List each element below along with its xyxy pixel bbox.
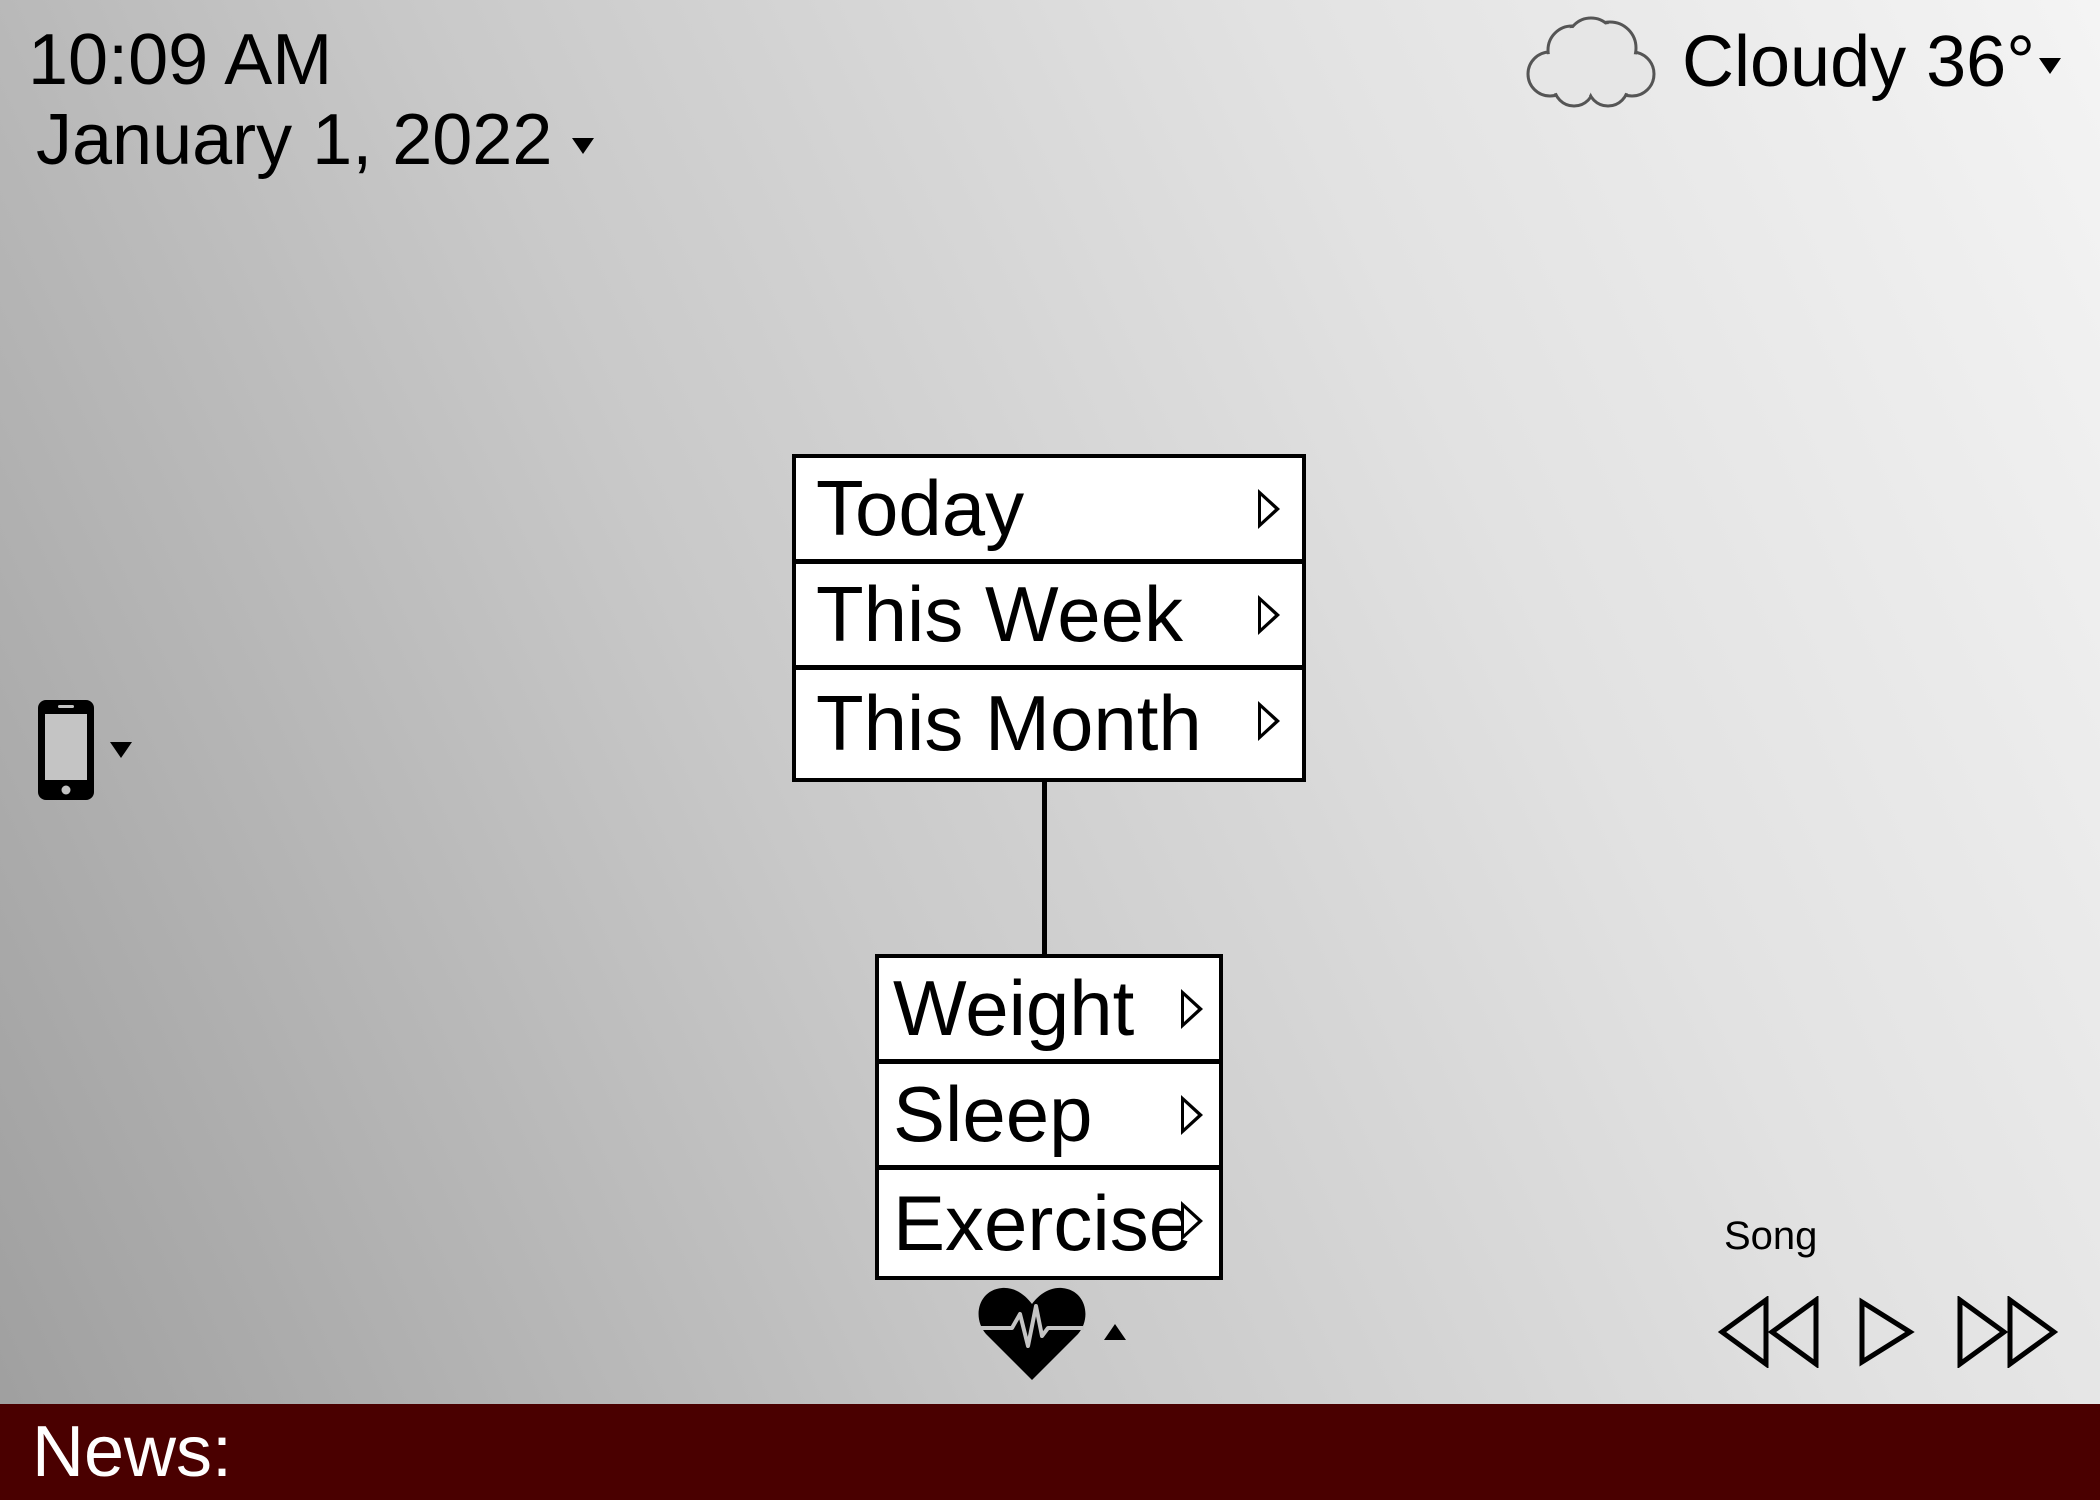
menu-item-this-week[interactable]: This Week [796, 564, 1302, 670]
caret-up-icon[interactable] [1104, 1324, 1126, 1340]
menu-item-this-month[interactable]: This Month [796, 670, 1302, 776]
chevron-right-icon [1181, 1095, 1203, 1135]
smartphone-icon[interactable] [36, 698, 96, 802]
caret-down-icon[interactable] [572, 138, 595, 154]
period-menu: Today This Week This Month [792, 454, 1306, 782]
metric-menu: Weight Sleep Exercise [875, 954, 1223, 1280]
news-label: News: [32, 1412, 233, 1492]
cloud-icon [1526, 16, 1656, 108]
chevron-right-icon [1258, 701, 1280, 741]
smart-mirror-screen: 10:09 AM January 1, 2022 Cloudy 36° Toda… [0, 0, 2100, 1500]
menu-connector-line [1042, 780, 1047, 956]
menu-item-label: Exercise [893, 1178, 1193, 1267]
song-label: Song [1724, 1214, 1818, 1258]
date-text: January 1, 2022 [36, 100, 553, 180]
caret-down-icon[interactable] [110, 742, 132, 758]
rewind-icon[interactable] [1718, 1296, 1822, 1368]
clock-time: 10:09 AM [28, 20, 333, 100]
menu-item-today[interactable]: Today [796, 458, 1302, 564]
media-controls [1718, 1296, 2058, 1368]
heart-pulse-icon[interactable] [978, 1284, 1086, 1380]
menu-item-label: This Week [816, 570, 1183, 658]
menu-item-label: Today [816, 464, 1025, 552]
news-ticker-bar[interactable] [0, 1404, 2100, 1500]
menu-item-label: Sleep [893, 1070, 1093, 1158]
menu-item-label: Weight [893, 964, 1135, 1052]
menu-item-exercise[interactable]: Exercise [879, 1170, 1219, 1276]
fast-forward-icon[interactable] [1954, 1296, 2058, 1368]
weather-widget[interactable]: Cloudy 36° [1520, 12, 2062, 112]
chevron-right-icon [1181, 989, 1203, 1029]
caret-down-icon[interactable] [2039, 58, 2062, 74]
chevron-right-icon [1181, 1201, 1203, 1241]
chevron-right-icon [1258, 595, 1280, 635]
chevron-right-icon [1258, 489, 1280, 529]
menu-item-label: This Month [816, 678, 1202, 767]
date-selector[interactable]: January 1, 2022 [36, 98, 595, 182]
play-icon[interactable] [1856, 1296, 1916, 1368]
menu-item-sleep[interactable]: Sleep [879, 1064, 1219, 1170]
menu-item-weight[interactable]: Weight [879, 958, 1219, 1064]
weather-text: Cloudy 36° [1682, 22, 2036, 102]
